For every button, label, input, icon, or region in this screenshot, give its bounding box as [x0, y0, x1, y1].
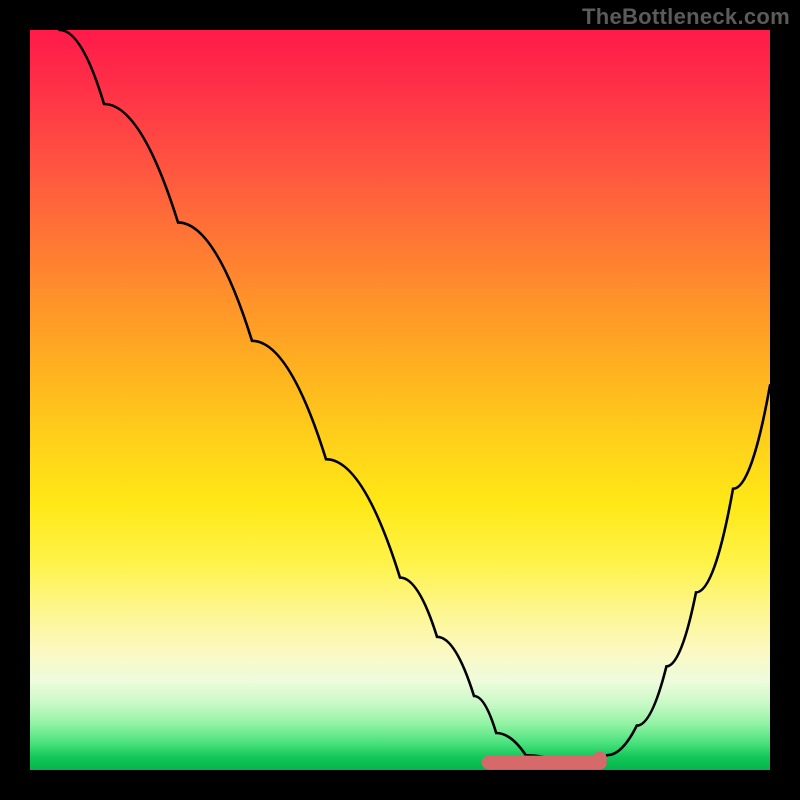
chart-frame: TheBottleneck.com: [0, 0, 800, 800]
bottleneck-curve: [60, 30, 770, 763]
curve-layer: [30, 30, 770, 770]
plot-area: [30, 30, 770, 770]
flat-pink-end-dot: [593, 752, 607, 766]
watermark-text: TheBottleneck.com: [582, 4, 790, 30]
